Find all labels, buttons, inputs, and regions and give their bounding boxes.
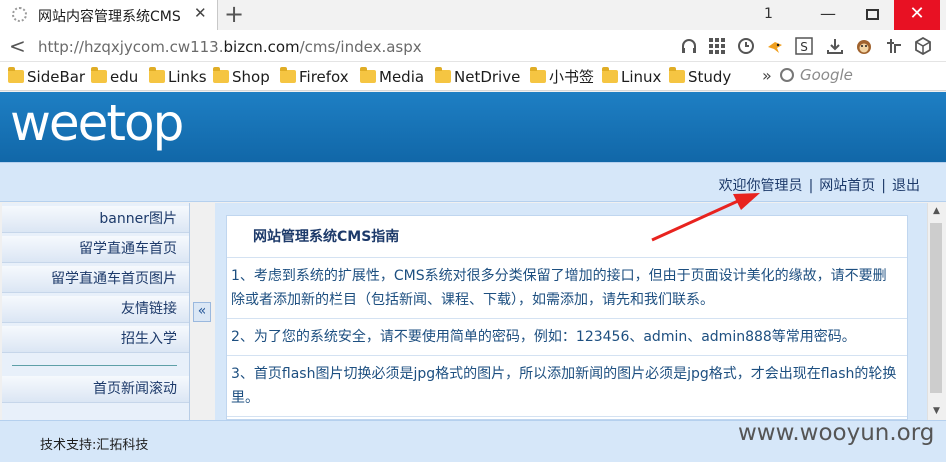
annotation-arrow-icon: [651, 193, 760, 242]
